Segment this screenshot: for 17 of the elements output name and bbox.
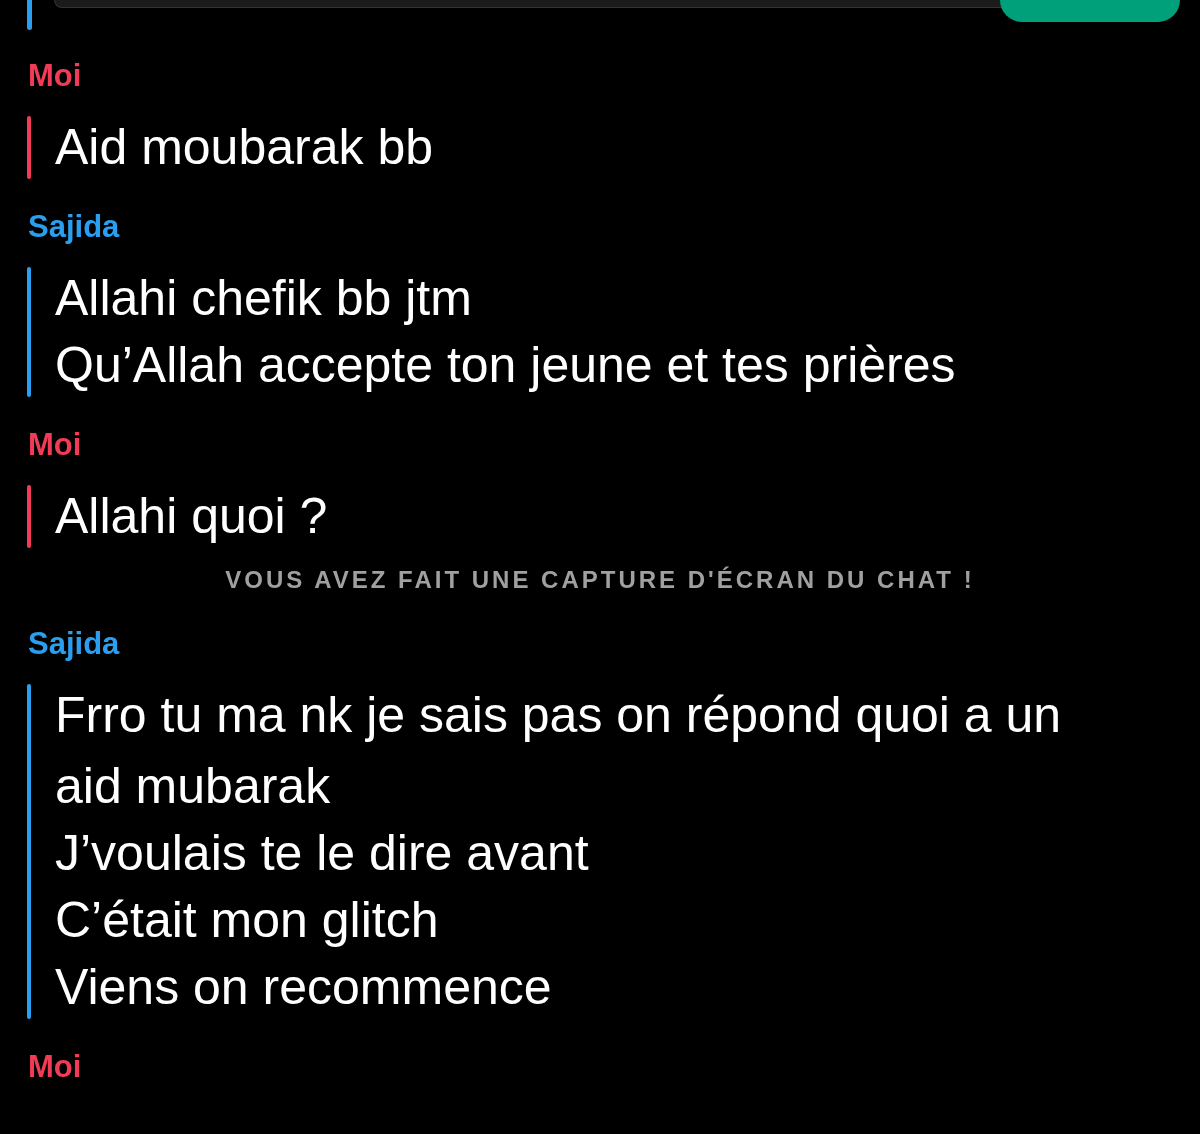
message-bar [27,116,31,179]
sender-name: Moi [28,426,82,464]
sender-name: Sajida [28,208,120,246]
sender-name: Sajida [28,625,120,663]
message-text: Frro tu ma nk je sais pas on répond quoi a un aid mubarak [55,686,1063,816]
message-bar [27,485,31,548]
message-text: C’était mon glitch [55,891,440,950]
message-text: Allahi quoi ? [55,487,328,546]
message-text: J’voulais te le dire avant [55,824,590,883]
message-text: Aid moubarak bb [55,118,433,177]
message-text: Qu’Allah accepte ton jeune et tes prières [55,336,956,395]
message-text: Viens on recommence [55,958,553,1017]
sender-name: Moi [28,1048,82,1086]
message-text: Allahi chefik bb jtm [55,269,473,328]
message-bar [27,0,32,30]
sender-name: Moi [28,57,82,95]
screenshot-notice: VOUS AVEZ FAIT UNE CAPTURE D'ÉCRAN DU CHAT ! [225,565,975,595]
